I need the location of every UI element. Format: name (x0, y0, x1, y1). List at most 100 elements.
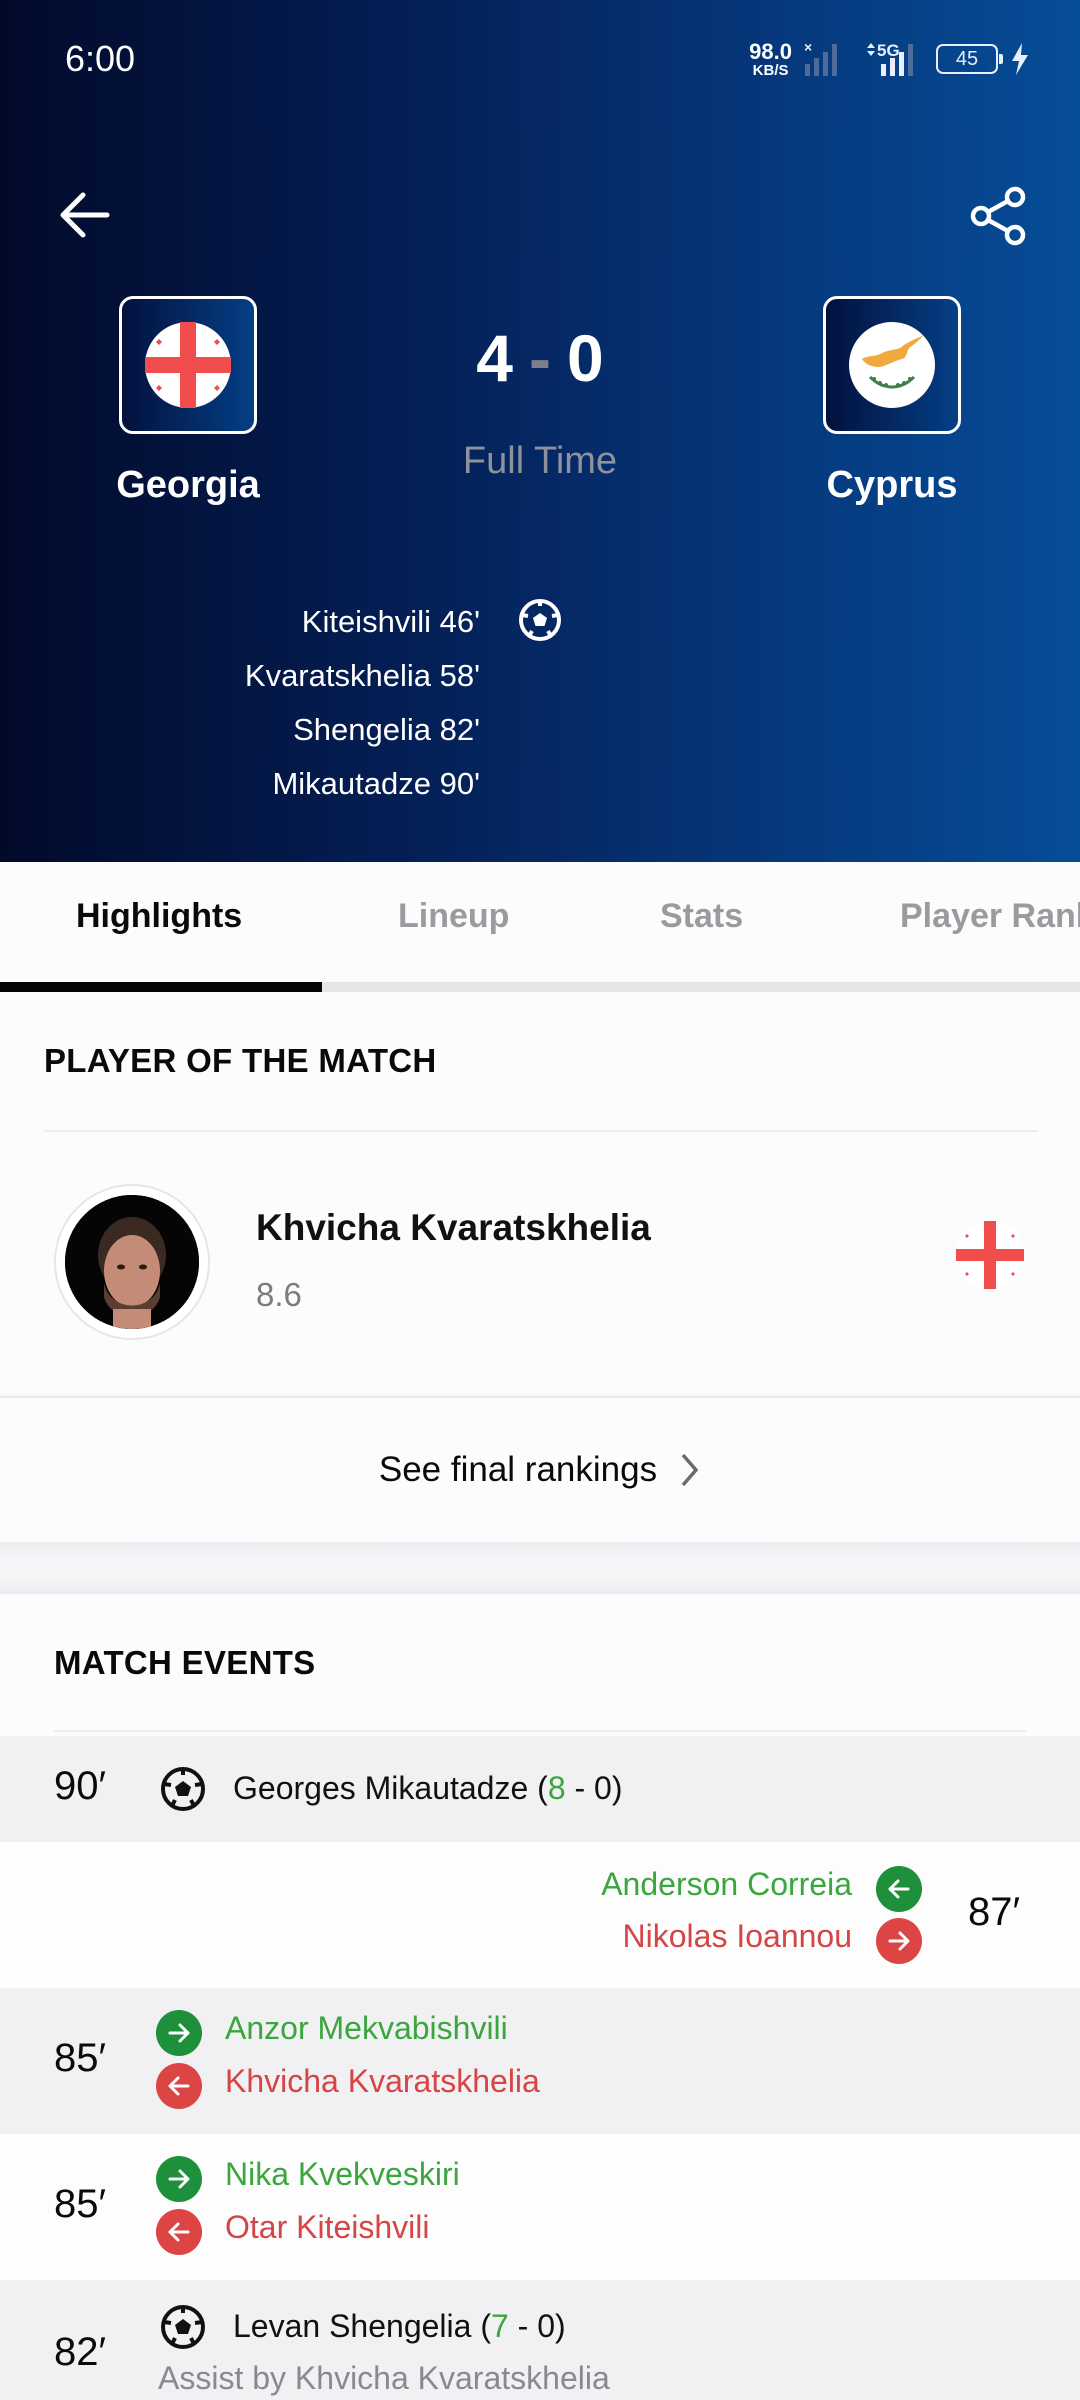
match-status: Full Time (462, 440, 618, 482)
network-speed: 98.0 KB/S (749, 38, 792, 79)
charging-icon (1012, 43, 1028, 75)
scorer-item: Mikautadze 90' (272, 766, 480, 801)
status-icons: 98.0 KB/S × 5G 45 (749, 40, 1030, 78)
event-row-goal[interactable]: 90′ Georges Mikautadze (8 - 0) (0, 1736, 1080, 1842)
share-button[interactable] (968, 185, 1030, 247)
soccer-ball-icon (519, 599, 561, 641)
arrow-right-icon (168, 2169, 190, 2189)
soccer-ball-icon (161, 2305, 205, 2349)
player-in: Nika Kvekveskiri (225, 2156, 460, 2192)
network-speed-unit: KB/S (752, 61, 789, 79)
event-row-substitution[interactable]: 85′ Nika Kvekveskiri Otar Kiteishvili (0, 2134, 1080, 2280)
goal-scorer: Levan Shengelia (233, 2308, 472, 2344)
scorer-item: Kvaratskhelia 58' (244, 658, 480, 693)
substitution-out-badge (156, 2063, 202, 2109)
tab-highlights[interactable]: Highlights (76, 897, 242, 936)
away-score: 0 (566, 321, 604, 395)
match-events-card: MATCH EVENTS 90′ Georges Mikautadze (8 -… (0, 1594, 1080, 2400)
player-in: Anderson Correia (601, 1866, 852, 1902)
scorer-item: Shengelia 82' (293, 712, 480, 747)
chevron-right-icon (681, 1453, 699, 1487)
tab-player-rankings[interactable]: Player Ranl (900, 897, 1080, 936)
away-team-name: Cyprus (826, 464, 958, 506)
player-rating: 8.6 (256, 1276, 302, 1313)
battery-icon: 45 (936, 44, 1003, 74)
away-team-crest[interactable] (823, 296, 961, 434)
player-out: Khvicha Kvaratskhelia (225, 2063, 540, 2099)
event-row-substitution[interactable]: 85′ Anzor Mekvabishvili Khvicha Kvaratsk… (0, 1988, 1080, 2134)
georgia-flag-icon (956, 1221, 1024, 1289)
substitution-out-badge (156, 2209, 202, 2255)
tab-stats[interactable]: Stats (660, 897, 743, 936)
away-team[interactable]: Cyprus (792, 296, 992, 507)
see-final-rankings-button[interactable]: See final rankings (0, 1396, 1080, 1542)
arrow-left-icon (168, 2222, 190, 2242)
home-scorers-list: Kiteishvili 46' Kvaratskhelia 58' Shenge… (100, 595, 480, 811)
running-score-home: 7 (490, 2308, 509, 2344)
assist-text: Assist by Khvicha Kvaratskhelia (158, 2360, 610, 2396)
event-minute: 82′ (54, 2330, 106, 2374)
player-avatar[interactable] (54, 1184, 210, 1340)
network-type-label: 5G (877, 41, 900, 60)
home-team[interactable]: Georgia (88, 296, 288, 507)
home-score: 4 (476, 321, 513, 395)
event-minute: 85′ (54, 2182, 106, 2226)
player-in: Anzor Mekvabishvili (225, 2010, 508, 2046)
player-of-the-match-card: PLAYER OF THE MATCH Khvicha Kvaratskheli… (0, 992, 1080, 1394)
arrow-left-icon (888, 1879, 910, 1899)
arrow-right-icon (888, 1931, 910, 1951)
section-title: PLAYER OF THE MATCH (44, 1042, 437, 1079)
signal-weak-icon: × (804, 40, 837, 76)
event-minute: 90′ (54, 1764, 106, 1808)
score-open: ( (528, 1770, 548, 1806)
goal-scorer: Georges Mikautadze (233, 1770, 529, 1806)
player-face-icon (65, 1195, 199, 1329)
georgia-flag-icon (145, 322, 231, 408)
event-description: Georges Mikautadze (8 - 0) (233, 1770, 623, 1807)
player-photo (65, 1195, 199, 1329)
substitution-in-badge (876, 1866, 922, 1912)
home-team-name: Georgia (116, 464, 260, 506)
section-separator (0, 1542, 1080, 1594)
running-score-rest: - 0) (508, 2308, 566, 2344)
soccer-ball-icon (161, 1767, 205, 1811)
home-team-crest[interactable] (119, 296, 257, 434)
status-bar: 6:00 98.0 KB/S × 5G 45 (0, 0, 1080, 125)
section-title: MATCH EVENTS (54, 1644, 316, 1681)
arrow-left-icon (168, 2076, 190, 2096)
match-header: 6:00 98.0 KB/S × 5G 45 Georgia 4 - 0 Ful… (0, 0, 1080, 862)
player-out: Nikolas Ioannou (622, 1918, 852, 1954)
tab-bar: Highlights Lineup Stats Player Ranl (0, 862, 1080, 992)
scorer-item: Kiteishvili 46' (301, 604, 480, 639)
event-row-goal[interactable]: 82′ Levan Shengelia (7 - 0) Assist by Kh… (0, 2280, 1080, 2400)
player-out: Otar Kiteishvili (225, 2209, 430, 2245)
arrow-right-icon (168, 2023, 190, 2043)
running-score-rest: - 0) (565, 1770, 623, 1806)
event-description: Levan Shengelia (7 - 0) (233, 2308, 566, 2345)
cyprus-flag-icon (849, 322, 935, 408)
divider (44, 1130, 1038, 1132)
active-tab-indicator (0, 982, 322, 992)
battery-level: 45 (955, 47, 979, 70)
back-button[interactable] (55, 185, 115, 245)
scoreline: 4-0 (390, 320, 690, 396)
event-minute: 85′ (54, 2036, 106, 2080)
substitution-in-badge (156, 2156, 202, 2202)
event-row-substitution[interactable]: Anderson Correia Nikolas Ioannou 87′ (0, 1842, 1080, 1988)
score-separator: - (529, 321, 551, 395)
tab-lineup[interactable]: Lineup (398, 897, 509, 936)
divider (54, 1730, 1026, 1732)
status-time: 6:00 (65, 38, 136, 79)
arrow-left-icon (60, 192, 110, 238)
signal-5g-icon: 5G (867, 41, 913, 76)
network-speed-value: 98.0 (749, 38, 792, 64)
svg-text:×: × (804, 40, 812, 55)
score-open: ( (471, 2308, 491, 2344)
running-score-home: 8 (547, 1770, 566, 1806)
rankings-label: See final rankings (378, 1450, 658, 1489)
player-name[interactable]: Khvicha Kvaratskhelia (256, 1207, 651, 1249)
substitution-out-badge (876, 1918, 922, 1964)
share-icon (970, 186, 1026, 246)
substitution-in-badge (156, 2010, 202, 2056)
event-minute: 87′ (968, 1890, 1020, 1934)
